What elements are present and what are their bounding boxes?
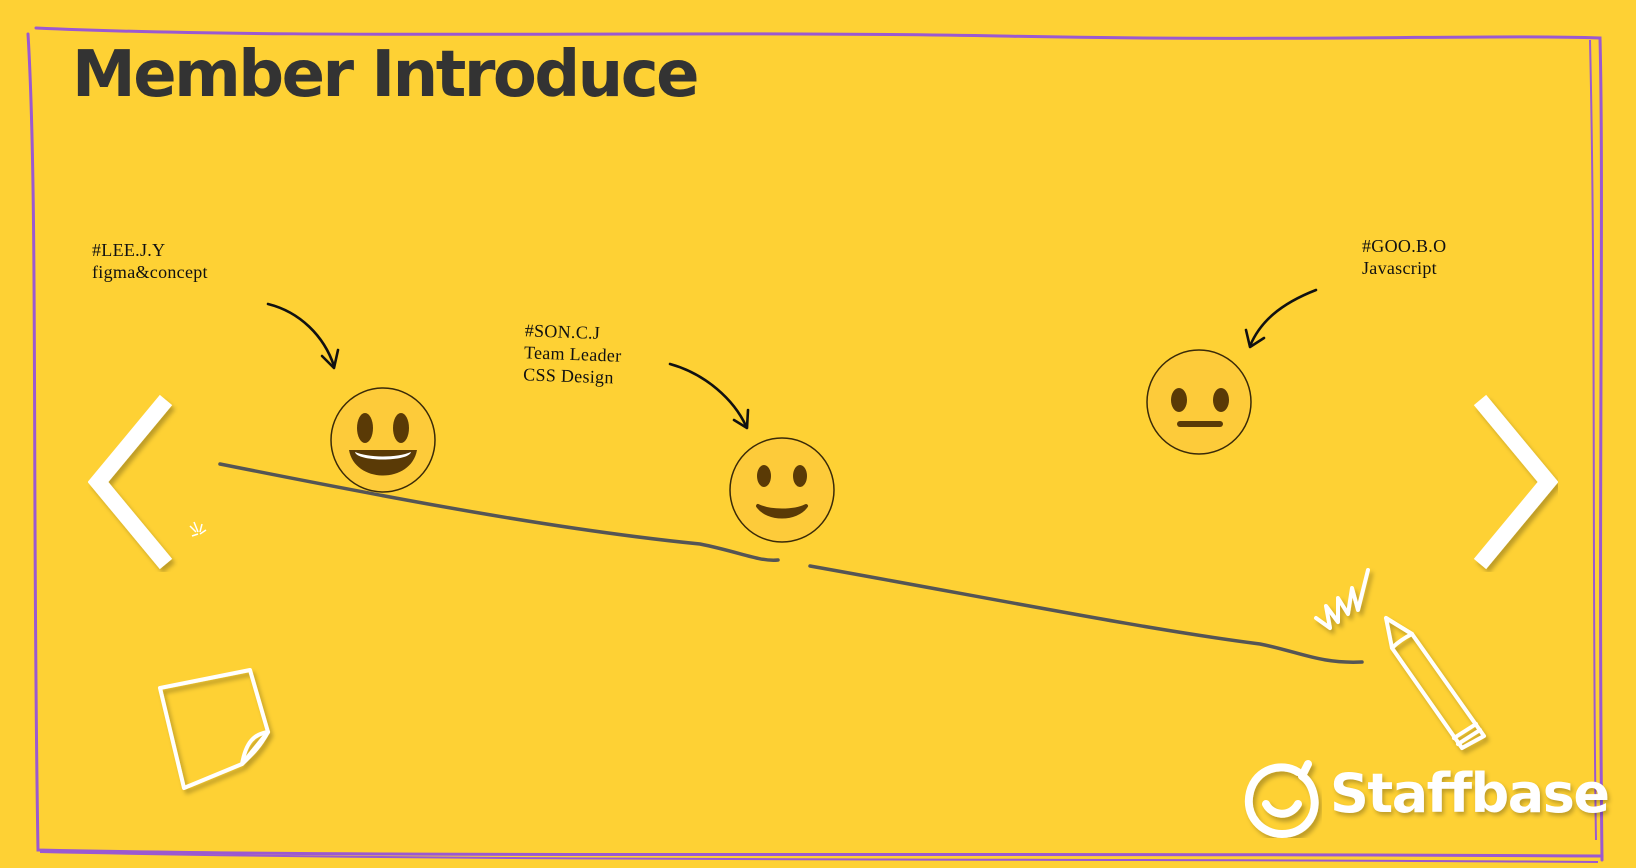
member-role: Javascript [1362,258,1437,278]
member-role: figma&concept [92,262,208,282]
member-handle: #GOO.B.O [1362,236,1447,256]
brand-logo: Staffbase [1242,758,1610,838]
member-handle: #LEE.J.Y [92,240,166,260]
grinning-face-icon[interactable] [329,386,437,494]
brand-name: Staffbase [1330,762,1610,825]
chevron-left-icon [87,394,173,570]
staffbase-logo-icon [1244,760,1319,838]
sticky-note-icon [158,668,270,790]
smiling-face-icon[interactable] [728,436,836,544]
pencil-icon [1314,568,1486,750]
member-note-goo: #GOO.B.O Javascript [1362,235,1446,279]
arrow-icon [1248,288,1318,348]
neutral-face-icon[interactable] [1145,348,1253,456]
arrow-icon [266,302,336,368]
sparkle-icon [189,521,207,537]
chevron-right-icon [1473,394,1559,570]
member-note-lee: #LEE.J.Y figma&concept [92,239,208,283]
member-role: CSS Design [522,364,615,388]
page-title: Member Introduce [72,38,700,112]
next-button[interactable] [1468,392,1559,572]
member-note-son: #SON.C.J Team Leader CSS Design [523,319,623,388]
prev-button[interactable] [87,392,178,572]
arrow-icon [668,362,748,428]
